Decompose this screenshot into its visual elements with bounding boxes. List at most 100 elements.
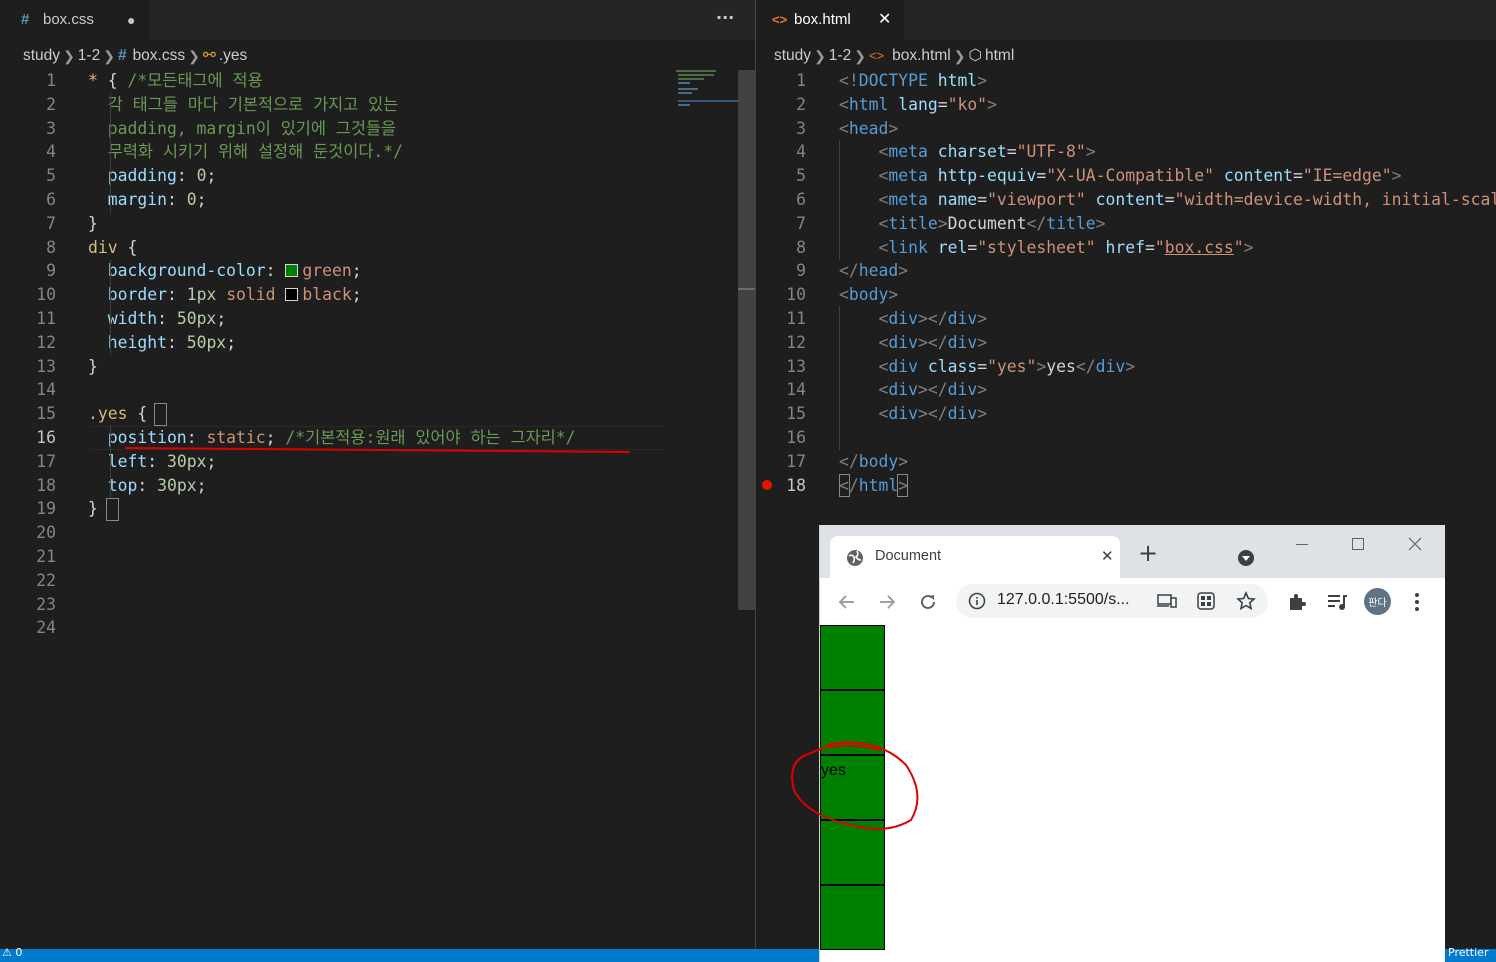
address-bar[interactable]: 127.0.0.1:5500/s... <box>956 584 1268 618</box>
breadcrumb-study[interactable]: study <box>774 44 811 68</box>
code-line[interactable]: 15 <div></div> <box>756 402 1496 426</box>
code-line[interactable]: 11 <div></div> <box>756 307 1496 331</box>
code-line[interactable]: 14 <div></div> <box>756 378 1496 402</box>
breadcrumb-file[interactable]: box.css <box>133 44 186 68</box>
line-number: 24 <box>36 618 56 638</box>
line-number: 13 <box>786 356 806 376</box>
code-line[interactable]: 5 <meta http-equiv="X-UA-Compatible" con… <box>756 164 1496 188</box>
kebab-menu-icon[interactable] <box>1410 592 1424 612</box>
code-line[interactable]: 2 각 태그들 마다 기본적으로 가지고 있는 <box>0 93 740 117</box>
code-line[interactable]: 4 <meta charset="UTF-8"> <box>756 140 1496 164</box>
css-file-icon: # <box>117 47 127 64</box>
line-code: <div></div> <box>839 331 987 355</box>
code-token: ; <box>196 475 207 495</box>
code-line[interactable]: 23 <box>0 593 740 617</box>
qr-code-icon[interactable] <box>1197 592 1215 610</box>
indent-guide <box>110 260 111 355</box>
code-line[interactable]: 21 <box>0 545 740 569</box>
code-line[interactable]: 6 margin: 0; <box>0 188 740 212</box>
line-code: 각 태그들 마다 기본적으로 가지고 있는 <box>88 93 399 117</box>
code-line[interactable]: 18 top: 30px; <box>0 474 740 498</box>
breakpoint-icon[interactable] <box>762 480 772 490</box>
minimap[interactable] <box>674 70 738 110</box>
code-line[interactable]: 2 <html lang="ko"> <box>756 93 1496 117</box>
code-line[interactable]: 11 width: 50px; <box>0 307 740 331</box>
url-text[interactable]: 127.0.0.1:5500/s... <box>997 591 1130 609</box>
tab-label: box.css <box>43 11 94 28</box>
line-number: 3 <box>796 118 806 138</box>
line-code: border: 1px solid black; <box>88 283 362 307</box>
code-token: html <box>937 71 978 90</box>
code-token: < <box>839 118 849 138</box>
code-line[interactable]: 22 <box>0 569 740 593</box>
code-line[interactable]: 1 * { /*모든태그에 적용 <box>0 69 740 93</box>
line-number: 22 <box>36 570 56 590</box>
line-number: 7 <box>46 213 56 233</box>
code-line[interactable]: 20 <box>0 521 740 545</box>
media-queue-icon[interactable] <box>1326 592 1348 612</box>
code-line[interactable]: 7} <box>0 212 740 236</box>
code-line[interactable]: 5 padding: 0; <box>0 164 740 188</box>
breadcrumb-folder[interactable]: 1-2 <box>78 44 100 68</box>
color-swatch-icon[interactable] <box>285 288 299 302</box>
code-token: ></ <box>917 309 948 328</box>
code-line[interactable]: 9 background-color: green; <box>0 259 740 283</box>
code-line[interactable]: 17 </body> <box>756 450 1496 474</box>
code-line[interactable]: 7 <title>Document</title> <box>756 212 1496 236</box>
code-line[interactable]: 6 <meta name="viewport" content="width=d… <box>756 188 1496 212</box>
code-line[interactable]: 13} <box>0 355 740 379</box>
minimize-button[interactable] <box>1296 544 1308 545</box>
code-line[interactable]: 14 <box>0 378 740 402</box>
code-token: width <box>88 309 158 328</box>
code-token: < <box>878 166 889 186</box>
code-line[interactable]: 10 <body> <box>756 283 1496 307</box>
avatar[interactable]: 판다 <box>1364 588 1391 615</box>
color-swatch-icon[interactable] <box>285 264 299 278</box>
problems-indicator[interactable]: ⚠ 0 <box>2 946 22 959</box>
code-line[interactable]: 12 <div></div> <box>756 331 1496 355</box>
line-code: padding, margin이 있기에 그것들을 <box>88 117 396 141</box>
extensions-puzzle-icon[interactable] <box>1287 592 1307 612</box>
reload-icon[interactable] <box>918 592 938 612</box>
tab-box-html[interactable]: <> box.html ✕ <box>756 0 904 40</box>
code-line[interactable]: 4 무력화 시키기 위해 설정해 둔것이다.*/ <box>0 140 740 164</box>
breadcrumb-study[interactable]: study <box>23 44 60 68</box>
maximize-button[interactable] <box>1352 538 1364 550</box>
line-code: * { /*모든태그에 적용 <box>88 69 263 93</box>
install-app-icon[interactable] <box>1157 593 1177 609</box>
breadcrumb-folder[interactable]: 1-2 <box>829 44 851 68</box>
more-actions-icon[interactable]: ··· <box>716 8 734 27</box>
code-line[interactable]: 9 </head> <box>756 259 1496 283</box>
breadcrumb-symbol[interactable]: html <box>985 44 1014 68</box>
code-line[interactable]: 3 <head> <box>756 117 1496 141</box>
code-line[interactable]: 16 <box>756 426 1496 450</box>
code-token: </ <box>1075 356 1096 376</box>
code-line[interactable]: 8 <link rel="stylesheet" href="box.css"> <box>756 236 1496 260</box>
vertical-scrollbar-thumb[interactable] <box>738 70 755 610</box>
code-line[interactable]: 15 .yes { <box>0 402 740 426</box>
breadcrumb-file[interactable]: box.html <box>892 44 951 68</box>
line-number: 2 <box>46 94 56 114</box>
code-line[interactable]: 24 <box>0 616 740 640</box>
close-icon[interactable]: ✕ <box>878 0 891 40</box>
code-line[interactable]: 3 padding, margin이 있기에 그것들을 <box>0 117 740 141</box>
code-line[interactable]: 18 </html> <box>756 474 1496 498</box>
new-tab-button[interactable]: + <box>1138 541 1158 565</box>
close-icon[interactable]: ✕ <box>1101 547 1114 565</box>
tab-box-css[interactable]: # box.css ● <box>0 0 150 40</box>
breadcrumb-symbol[interactable]: .yes <box>219 44 247 68</box>
bookmark-star-icon[interactable] <box>1236 591 1256 611</box>
back-arrow-icon[interactable] <box>838 593 856 611</box>
code-line[interactable]: 12 height: 50px; <box>0 331 740 355</box>
window-close-button[interactable] <box>1408 537 1422 551</box>
tab-search-icon[interactable] <box>1237 549 1255 567</box>
prettier-status[interactable]: Prettier <box>1448 946 1488 959</box>
code-line[interactable]: 1 <!DOCTYPE html> <box>756 69 1496 93</box>
code-line[interactable]: 8 div { <box>0 236 740 260</box>
info-icon[interactable] <box>968 592 986 610</box>
code-line[interactable]: 10 border: 1px solid black; <box>0 283 740 307</box>
forward-arrow-icon[interactable] <box>878 593 896 611</box>
browser-tab-document[interactable]: Document ✕ <box>830 536 1120 578</box>
unsaved-dot-icon[interactable]: ● <box>127 0 135 40</box>
code-line[interactable]: 13 <div class="yes">yes</div> <box>756 355 1496 379</box>
